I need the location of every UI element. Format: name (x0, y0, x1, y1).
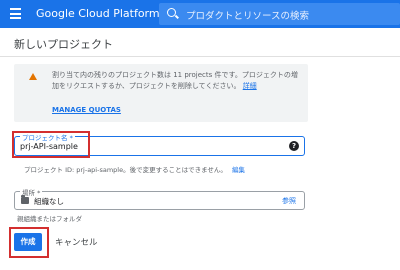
edit-project-id-link[interactable]: 編集 (232, 166, 245, 174)
annotation-highlight-create (9, 227, 49, 258)
search-icon (167, 8, 176, 17)
folder-icon (21, 195, 29, 204)
manage-quotas-link[interactable]: MANAGE QUOTAS (52, 106, 121, 114)
annotation-highlight-name (12, 131, 90, 158)
project-id-info: プロジェクト ID: prj-api-sample。後で変更することはできません… (24, 164, 245, 174)
cancel-button[interactable]: キャンセル (55, 236, 98, 248)
warning-text: 割り当て内の残りのプロジェクト数は 11 projects 件です。プロジェクト… (52, 71, 298, 90)
brand-title[interactable]: Google Cloud Platform (36, 7, 160, 20)
top-app-bar: Google Cloud Platform プロダクトとリソースの検索 (0, 0, 400, 28)
search-bar[interactable]: プロダクトとリソースの検索 (159, 3, 400, 25)
details-link[interactable]: 詳細 (243, 82, 257, 90)
page-title: 新しいプロジェクト (14, 38, 113, 51)
title-divider (0, 56, 400, 57)
location-value: 組織なし (34, 197, 64, 206)
project-id-text: プロジェクト ID: prj-api-sample。後で変更することはできません… (24, 166, 227, 174)
quota-warning-box: 割り当て内の残りのプロジェクト数は 11 projects 件です。プロジェクト… (14, 64, 308, 122)
hamburger-menu-icon[interactable] (10, 8, 21, 19)
browse-button[interactable]: 参照 (282, 196, 296, 206)
help-icon[interactable]: ? (289, 141, 299, 151)
location-field[interactable]: 場所 * 組織なし 参照 (14, 187, 305, 210)
location-hint: 親組織またはフォルダ (17, 215, 82, 223)
warning-icon (29, 73, 37, 80)
search-placeholder: プロダクトとリソースの検索 (186, 11, 310, 22)
warning-message: 割り当て内の残りのプロジェクト数は 11 projects 件です。プロジェクト… (52, 70, 302, 92)
